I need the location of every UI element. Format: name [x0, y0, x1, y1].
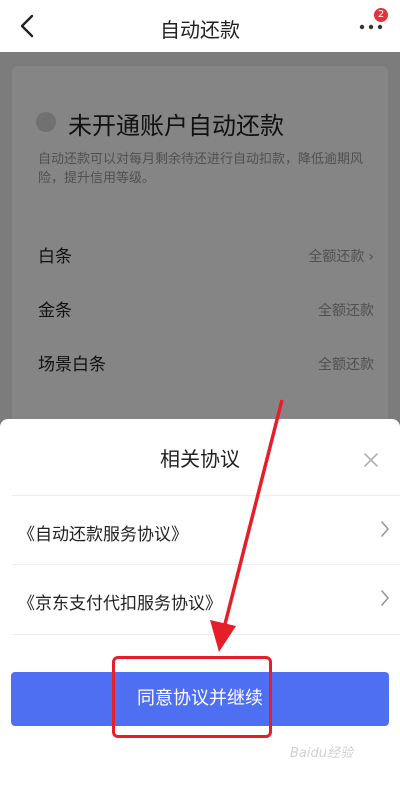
notification-badge: 2: [374, 8, 388, 22]
agreement-label: 《京东支付代扣服务协议》: [18, 594, 222, 614]
agreement-item-jd-pay[interactable]: 《京东支付代扣服务协议》: [12, 565, 400, 635]
sheet-title: 相关协议: [160, 447, 240, 471]
close-icon: [364, 453, 378, 467]
chevron-right-icon: [380, 589, 390, 612]
agreement-item-auto-repay[interactable]: 《自动还款服务协议》: [12, 495, 400, 565]
chevron-right-icon: [380, 520, 390, 543]
annotation-highlight-box: [112, 656, 272, 738]
top-nav-bar: 自动还款 2: [0, 0, 400, 52]
agreement-label: 《自动还款服务协议》: [18, 525, 188, 545]
watermark: Baidu经验: [290, 746, 353, 761]
page-title: 自动还款: [160, 18, 240, 42]
close-button[interactable]: [362, 451, 380, 469]
more-menu-button[interactable]: 2: [358, 8, 388, 34]
